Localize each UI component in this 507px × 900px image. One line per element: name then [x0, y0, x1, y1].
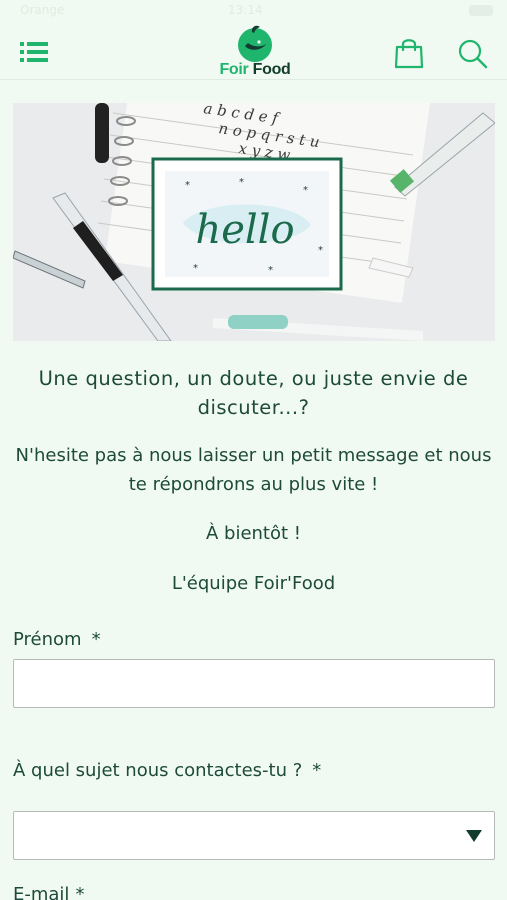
menu-icon: [20, 42, 48, 62]
logo-text: Foir Food: [209, 61, 301, 79]
svg-text:*: *: [318, 245, 323, 256]
logo-text-food: Food: [252, 61, 291, 78]
svg-text:*: *: [303, 185, 308, 196]
status-carrier: Orange: [20, 3, 65, 17]
hero-image: a b c d e f n o p q r s t u x y z w hell…: [13, 103, 495, 341]
status-time: 13:14: [228, 3, 263, 17]
email-required-marker: *: [75, 884, 85, 900]
svg-text:*: *: [193, 263, 198, 274]
svg-text:*: *: [185, 180, 190, 191]
svg-text:*: *: [268, 265, 273, 276]
search-button[interactable]: [457, 38, 489, 70]
firstname-input[interactable]: [13, 659, 495, 708]
subject-select[interactable]: [13, 811, 495, 860]
cart-button[interactable]: [394, 37, 424, 69]
hero-card-text: hello: [195, 207, 294, 253]
menu-button[interactable]: [20, 40, 48, 64]
shopping-bag-icon: [394, 39, 424, 69]
firstname-label: Prénom *: [13, 627, 101, 653]
subject-label-text: À quel sujet nous contactes-tu ?: [13, 760, 303, 781]
status-bar: Orange 13:14: [0, 0, 507, 22]
hello-card: hello * * * * * *: [151, 157, 343, 291]
contact-intro-title: Une question, un doute, ou juste envie d…: [38, 367, 469, 419]
contact-intro-goodbye: À bientôt !: [205, 523, 301, 544]
logo-mark-icon: [238, 25, 272, 62]
firstname-required-marker: *: [91, 629, 101, 650]
search-icon: [458, 39, 488, 69]
contact-intro-signature: L'équipe Foir'Food: [171, 573, 336, 594]
battery-icon: [469, 5, 493, 16]
caret-down-icon: [466, 830, 482, 842]
app-header: Foir Food: [0, 22, 507, 80]
subject-label: À quel sujet nous contactes-tu ? *: [13, 758, 321, 784]
logo-text-foir: Foir: [219, 61, 249, 78]
svg-text:*: *: [239, 177, 244, 188]
email-label-text: E-mail: [13, 884, 70, 900]
firstname-label-text: Prénom: [13, 629, 82, 650]
contact-intro-body: N'hesite pas à nous laisser un petit mes…: [15, 445, 492, 495]
email-label: E-mail *: [13, 882, 84, 900]
foirfood-logo[interactable]: Foir Food: [209, 24, 301, 82]
subject-required-marker: *: [312, 760, 322, 781]
